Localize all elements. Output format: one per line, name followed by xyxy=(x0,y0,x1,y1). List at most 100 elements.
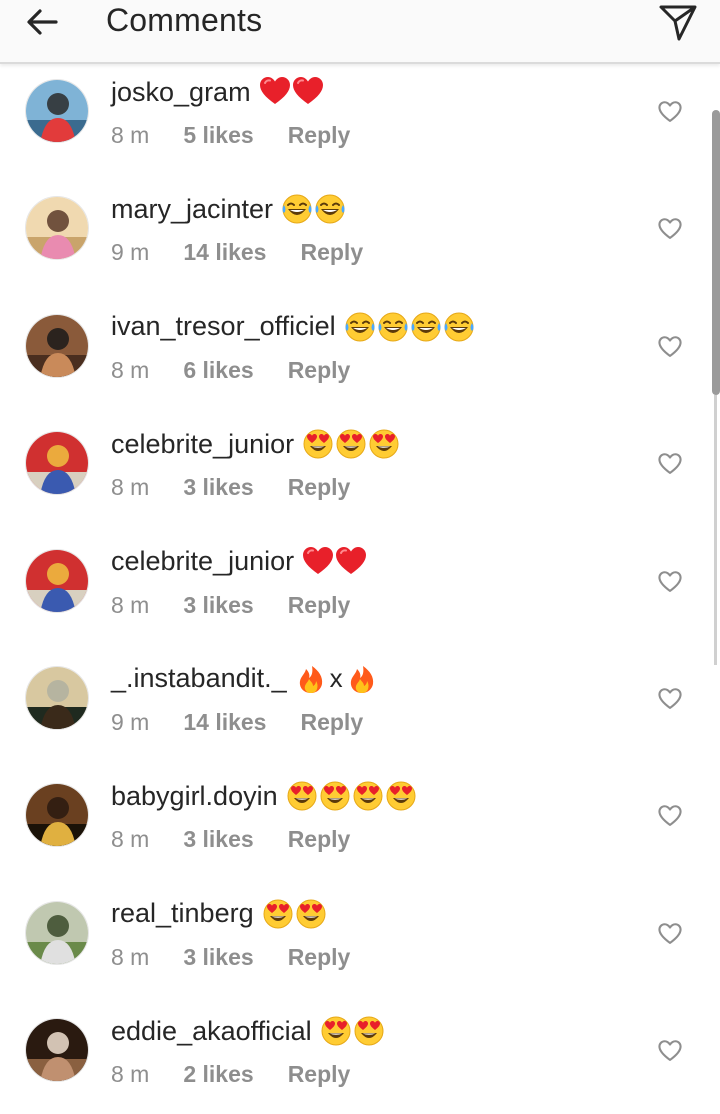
heart-emoji xyxy=(258,76,324,108)
comment-meta: 8 m 3 likes Reply xyxy=(111,944,350,971)
comment-text: _.instabandit._ x xyxy=(111,663,378,695)
comment-item: _.instabandit._ x 9 m 14 likes Reply xyxy=(0,653,720,770)
comment-text: celebrite_junior xyxy=(111,428,400,460)
like-button[interactable] xyxy=(654,331,686,363)
timestamp: 8 m xyxy=(111,591,150,618)
heart-outline-icon xyxy=(657,921,683,947)
timestamp: 8 m xyxy=(111,1061,150,1088)
timestamp: 9 m xyxy=(111,239,150,266)
timestamp: 8 m xyxy=(111,356,150,383)
heart-outline-icon xyxy=(657,99,683,125)
comment-text: babygirl.doyin xyxy=(111,780,417,812)
comment-meta: 8 m 2 likes Reply xyxy=(111,1061,350,1088)
comment-text: josko_gram xyxy=(111,76,324,108)
heart-emoji xyxy=(302,545,368,578)
timestamp: 8 m xyxy=(111,122,150,148)
comment-meta: 8 m 5 likes Reply xyxy=(111,122,350,149)
likes-count[interactable]: 14 likes xyxy=(183,709,266,736)
comment-text: eddie_akaofficial xyxy=(111,1015,385,1047)
timestamp: 8 m xyxy=(111,826,150,853)
timestamp: 8 m xyxy=(111,474,150,501)
avatar[interactable] xyxy=(25,196,89,261)
reply-button[interactable]: Reply xyxy=(300,239,363,266)
fire-x-fire-emoji: x xyxy=(295,663,378,695)
like-button[interactable] xyxy=(654,213,686,245)
username[interactable]: celebrite_junior xyxy=(111,429,294,460)
heart-eyes-emoji xyxy=(302,428,400,460)
emoji-separator: x xyxy=(329,663,343,694)
comment-item: mary_jacinter 9 m 14 likes Reply xyxy=(0,183,720,300)
username[interactable]: ivan_tresor_officiel xyxy=(111,311,336,342)
reply-button[interactable]: Reply xyxy=(288,357,351,384)
likes-count[interactable]: 3 likes xyxy=(183,944,253,971)
likes-count[interactable]: 3 likes xyxy=(183,592,253,619)
comment-meta: 8 m 3 likes Reply xyxy=(111,592,350,619)
username[interactable]: eddie_akaofficial xyxy=(111,1016,312,1047)
comment-item: celebrite_junior 8 m 3 likes Reply xyxy=(0,418,720,535)
avatar[interactable] xyxy=(25,431,89,496)
comment-text: real_tinberg xyxy=(111,898,327,930)
scrollbar-thumb[interactable] xyxy=(712,110,720,395)
comment-item: real_tinberg 8 m 3 likes Reply xyxy=(0,888,720,1005)
reply-button[interactable]: Reply xyxy=(288,474,351,501)
heart-outline-icon xyxy=(657,1038,683,1064)
heart-eyes-emoji xyxy=(320,1015,385,1047)
avatar[interactable] xyxy=(25,665,89,730)
avatar[interactable] xyxy=(25,783,89,848)
reply-button[interactable]: Reply xyxy=(300,709,363,736)
username[interactable]: real_tinberg xyxy=(111,898,254,929)
avatar[interactable] xyxy=(25,548,89,613)
back-button[interactable] xyxy=(22,2,62,42)
top-bar: Comments xyxy=(0,0,720,64)
comments-list: josko_gram 8 m 5 likes Reply mary_jacinter 9 … xyxy=(0,66,720,1114)
scrollbar-track[interactable] xyxy=(714,395,717,665)
likes-count[interactable]: 3 likes xyxy=(183,474,253,501)
heart-eyes-emoji xyxy=(262,898,327,930)
heart-outline-icon xyxy=(657,803,683,829)
like-button[interactable] xyxy=(654,683,686,715)
comment-meta: 8 m 6 likes Reply xyxy=(111,357,350,384)
avatar[interactable] xyxy=(25,900,89,965)
likes-count[interactable]: 5 likes xyxy=(183,122,253,149)
like-button[interactable] xyxy=(654,96,686,128)
like-button[interactable] xyxy=(654,800,686,832)
page-title: Comments xyxy=(106,2,263,38)
likes-count[interactable]: 6 likes xyxy=(183,357,253,384)
heart-outline-icon xyxy=(657,216,683,242)
likes-count[interactable]: 3 likes xyxy=(183,826,253,853)
heart-outline-icon xyxy=(657,334,683,360)
timestamp: 9 m xyxy=(111,708,150,735)
arrow-left-icon xyxy=(27,9,58,35)
comment-text: mary_jacinter xyxy=(111,193,346,225)
reply-button[interactable]: Reply xyxy=(288,944,351,971)
username[interactable]: babygirl.doyin xyxy=(111,781,278,812)
comment-item: josko_gram 8 m 5 likes Reply xyxy=(0,66,720,183)
heart-outline-icon xyxy=(657,451,683,477)
reply-button[interactable]: Reply xyxy=(288,1061,351,1088)
reply-button[interactable]: Reply xyxy=(288,122,351,149)
comment-meta: 8 m 3 likes Reply xyxy=(111,474,350,501)
username[interactable]: celebrite_junior xyxy=(111,546,294,577)
avatar[interactable] xyxy=(25,313,89,378)
username[interactable]: _.instabandit._ xyxy=(111,663,287,694)
comment-meta: 9 m 14 likes Reply xyxy=(111,709,363,736)
avatar[interactable] xyxy=(25,1018,89,1083)
paper-plane-icon xyxy=(659,5,697,41)
reply-button[interactable]: Reply xyxy=(288,826,351,853)
comment-item: ivan_tresor_officiel 8 m 6 likes Reply xyxy=(0,301,720,418)
likes-count[interactable]: 2 likes xyxy=(183,1061,253,1088)
reply-button[interactable]: Reply xyxy=(288,592,351,619)
comment-meta: 9 m 14 likes Reply xyxy=(111,239,363,266)
share-button[interactable] xyxy=(656,0,700,44)
comment-item: celebrite_junior 8 m 3 likes Reply xyxy=(0,536,720,653)
like-button[interactable] xyxy=(654,448,686,480)
username[interactable]: josko_gram xyxy=(111,77,251,108)
like-button[interactable] xyxy=(654,566,686,598)
likes-count[interactable]: 14 likes xyxy=(183,239,266,266)
username[interactable]: mary_jacinter xyxy=(111,194,273,225)
heart-outline-icon xyxy=(657,686,683,712)
comment-item: eddie_akaofficial 8 m 2 likes Reply xyxy=(0,1005,720,1114)
like-button[interactable] xyxy=(654,1035,686,1067)
avatar[interactable] xyxy=(25,79,89,143)
like-button[interactable] xyxy=(654,918,686,950)
